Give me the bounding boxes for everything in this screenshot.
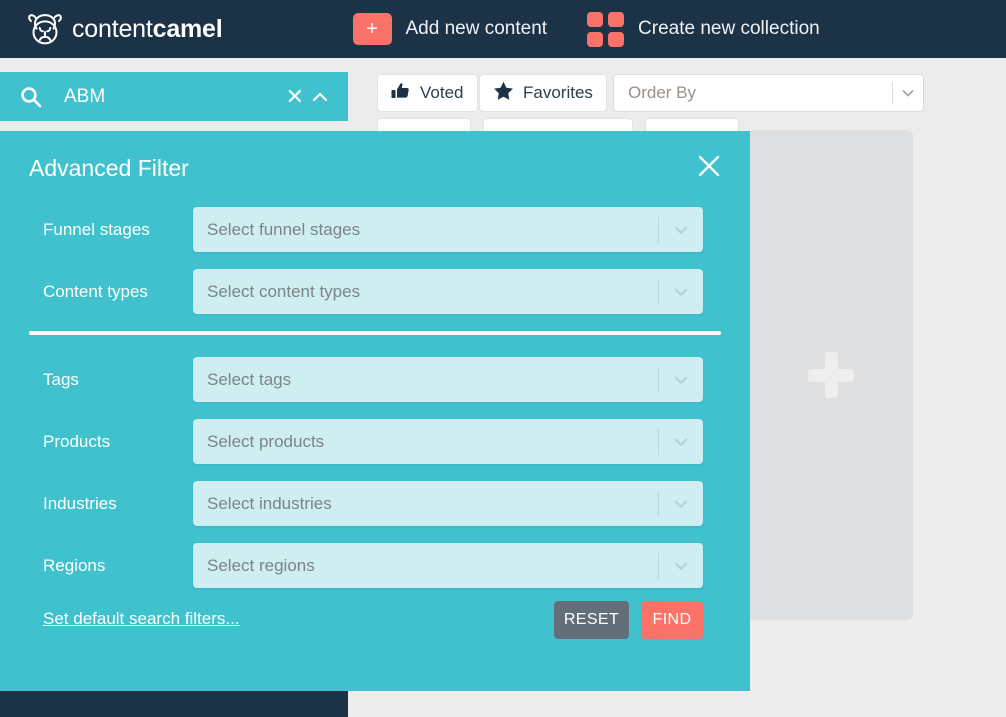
content-types-placeholder: Select content types	[207, 281, 361, 301]
grid-squares-icon	[587, 12, 625, 47]
regions-select[interactable]: Select regions	[193, 543, 703, 588]
content-types-label: Content types	[43, 281, 148, 301]
content-types-select[interactable]: Select content types	[193, 269, 703, 314]
industries-placeholder: Select industries	[207, 493, 332, 513]
plus-icon: +	[352, 13, 392, 45]
advanced-filter-panel: Advanced Filter Funnel stages Select fun…	[0, 131, 750, 691]
search-input[interactable]: ABM	[64, 86, 286, 108]
voted-filter-button[interactable]: Voted	[377, 74, 478, 112]
logo-text-light: content	[72, 14, 153, 43]
chevron-down-icon[interactable]	[659, 495, 703, 513]
chevron-down-icon[interactable]	[659, 283, 703, 301]
products-select[interactable]: Select products	[193, 419, 703, 464]
order-by-select[interactable]: Order By	[613, 74, 924, 112]
filter-row-content-types: Content types Select content types	[0, 269, 750, 314]
search-icon	[20, 86, 42, 108]
section-divider	[29, 331, 721, 335]
chevron-down-icon[interactable]	[659, 557, 703, 575]
funnel-stages-select[interactable]: Select funnel stages	[193, 207, 703, 252]
search-bar[interactable]: ABM ✕	[0, 72, 348, 121]
top-navigation-bar: contentcamel + Add new content Create ne…	[0, 0, 1006, 58]
reset-button[interactable]: RESET	[554, 601, 629, 639]
close-icon[interactable]	[696, 153, 722, 179]
filter-row-industries: Industries Select industries	[0, 481, 750, 526]
order-by-placeholder: Order By	[628, 83, 697, 102]
star-icon	[493, 81, 514, 106]
thumbs-up-icon	[391, 81, 411, 106]
industries-select[interactable]: Select industries	[193, 481, 703, 526]
industries-label: Industries	[43, 493, 117, 513]
app-logo[interactable]: contentcamel	[22, 6, 223, 52]
regions-label: Regions	[43, 555, 106, 575]
chevron-down-icon[interactable]	[659, 221, 703, 239]
regions-placeholder: Select regions	[207, 555, 315, 575]
camel-logo-icon	[22, 6, 68, 52]
create-new-collection-button[interactable]: Create new collection	[587, 12, 820, 47]
products-placeholder: Select products	[207, 431, 325, 451]
tags-placeholder: Select tags	[207, 369, 292, 389]
find-button[interactable]: FIND	[641, 601, 703, 639]
tags-label: Tags	[43, 369, 79, 389]
chevron-down-icon[interactable]	[659, 371, 703, 389]
filter-row-products: Products Select products	[0, 419, 750, 464]
filter-row-tags: Tags Select tags	[0, 357, 750, 402]
plus-icon	[807, 352, 854, 398]
logo-text-bold: camel	[152, 14, 223, 43]
add-new-content-button[interactable]: + Add new content	[352, 13, 548, 45]
filter-row-funnel-stages: Funnel stages Select funnel stages	[0, 207, 750, 252]
chevron-down-icon[interactable]	[893, 85, 923, 101]
add-new-content-label: Add new content	[405, 18, 548, 39]
app-root: contentcamel + Add new content Create ne…	[0, 0, 1006, 717]
favorites-label: Favorites	[523, 83, 593, 102]
chevron-up-icon[interactable]	[310, 87, 330, 107]
create-new-collection-label: Create new collection	[638, 18, 820, 39]
chevron-down-icon[interactable]	[659, 433, 703, 451]
panel-title: Advanced Filter	[29, 155, 189, 181]
favorites-filter-button[interactable]: Favorites	[479, 74, 607, 112]
tags-select[interactable]: Select tags	[193, 357, 703, 402]
add-content-card[interactable]	[748, 130, 913, 620]
sidebar-footer	[0, 691, 348, 717]
products-label: Products	[43, 431, 111, 451]
app-logo-text: contentcamel	[72, 15, 223, 44]
advanced-filter-header: Advanced Filter	[0, 131, 750, 207]
funnel-stages-placeholder: Select funnel stages	[207, 219, 361, 239]
set-default-search-filters-link[interactable]: Set default search filters...	[43, 609, 240, 629]
close-icon[interactable]: ✕	[286, 85, 304, 108]
voted-label: Voted	[420, 83, 464, 102]
funnel-stages-label: Funnel stages	[43, 219, 150, 239]
filter-row-regions: Regions Select regions	[0, 543, 750, 588]
advanced-filter-footer: Set default search filters... RESET FIND	[0, 601, 750, 641]
